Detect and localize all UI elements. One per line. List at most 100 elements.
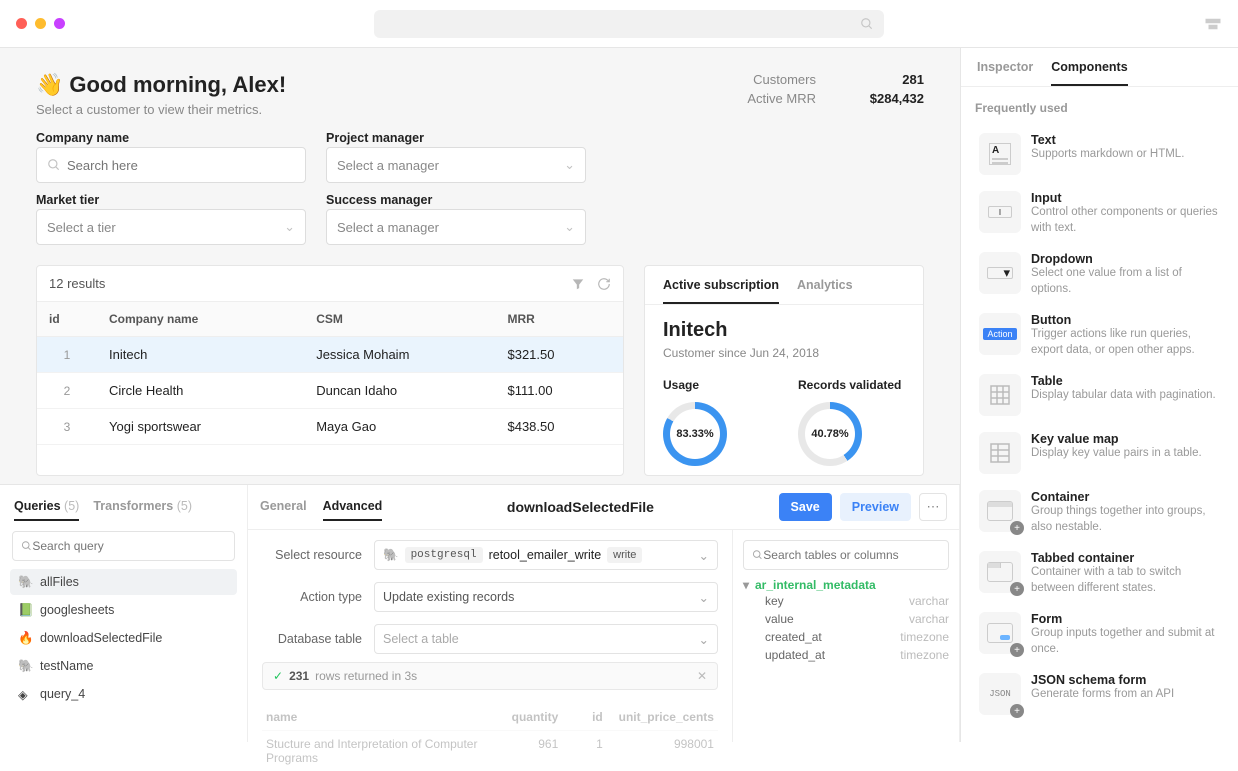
chevron-down-icon: ⌄ bbox=[699, 632, 709, 647]
component-item[interactable]: ▾DropdownSelect one value from a list of… bbox=[975, 244, 1224, 305]
check-icon: ✓ bbox=[273, 669, 283, 683]
page-subtitle: Select a customer to view their metrics. bbox=[36, 102, 286, 117]
schema-table[interactable]: ar_internal_metadata bbox=[755, 578, 949, 592]
query-sidebar: Queries (5) Transformers (5) 🐘allFiles📗g… bbox=[0, 485, 248, 742]
component-item[interactable]: +ContainerGroup things together into gro… bbox=[975, 482, 1224, 543]
component-item[interactable]: JSON+JSON schema formGenerate forms from… bbox=[975, 665, 1224, 723]
schema-search-field[interactable] bbox=[763, 548, 940, 562]
query-item[interactable]: 🐘allFiles bbox=[10, 569, 237, 595]
tab-transformers[interactable]: Transformers (5) bbox=[93, 499, 192, 521]
tab-inspector[interactable]: Inspector bbox=[977, 60, 1033, 86]
market-tier-select[interactable]: Select a tier⌄ bbox=[36, 209, 306, 245]
mode-badge: write bbox=[607, 547, 642, 563]
component-item[interactable]: Key value mapDisplay key value pairs in … bbox=[975, 424, 1224, 482]
component-desc: Group inputs together and submit at once… bbox=[1031, 626, 1220, 657]
component-item[interactable]: +FormGroup inputs together and submit at… bbox=[975, 604, 1224, 665]
component-icon bbox=[979, 374, 1021, 416]
component-item[interactable]: ActionButtonTrigger actions like run que… bbox=[975, 305, 1224, 366]
query-item[interactable]: ◈query_4 bbox=[10, 681, 237, 707]
more-button[interactable]: ⋯ bbox=[919, 493, 947, 521]
metric-label: Active MRR bbox=[747, 91, 816, 106]
table-select[interactable]: Select a table ⌄ bbox=[374, 624, 718, 654]
cell-company: Yogi sportswear bbox=[97, 409, 304, 444]
tab-queries[interactable]: Queries (5) bbox=[14, 499, 79, 521]
company-search-field[interactable] bbox=[67, 158, 295, 173]
refresh-icon[interactable] bbox=[597, 277, 611, 291]
rcell: Stucture and Interpretation of Computer … bbox=[262, 731, 484, 771]
query-item[interactable]: 📗googlesheets bbox=[10, 597, 237, 623]
row-index: 2 bbox=[37, 374, 97, 408]
tab-active-subscription[interactable]: Active subscription bbox=[663, 266, 779, 304]
component-title: Key value map bbox=[1031, 432, 1202, 446]
wave-emoji: 👋 bbox=[36, 72, 63, 98]
cell-csm: Duncan Idaho bbox=[304, 373, 495, 408]
fullscreen-window-icon[interactable] bbox=[54, 18, 65, 29]
col-mrr[interactable]: MRR bbox=[495, 302, 623, 336]
component-item[interactable]: ATextSupports markdown or HTML. bbox=[975, 125, 1224, 183]
schema-column[interactable]: updated_attimezone bbox=[743, 646, 949, 664]
table-header: id Company name CSM MRR bbox=[37, 302, 623, 337]
gql-icon: ◈ bbox=[18, 687, 32, 701]
field-label: Company name bbox=[36, 131, 306, 145]
postgres-icon: 🐘 bbox=[383, 548, 399, 563]
close-window-icon[interactable] bbox=[16, 18, 27, 29]
schema-column[interactable]: keyvarchar bbox=[743, 592, 949, 610]
minimize-window-icon[interactable] bbox=[35, 18, 46, 29]
resource-select[interactable]: 🐘 postgresql retool_emailer_write write … bbox=[374, 540, 718, 570]
schema-column[interactable]: created_attimezone bbox=[743, 628, 949, 646]
project-manager-select[interactable]: Select a manager⌄ bbox=[326, 147, 586, 183]
schema-column[interactable]: valuevarchar bbox=[743, 610, 949, 628]
tab-analytics[interactable]: Analytics bbox=[797, 266, 853, 304]
chevron-down-icon: ⌄ bbox=[564, 157, 575, 173]
close-icon[interactable]: ✕ bbox=[697, 669, 707, 683]
filter-icon[interactable] bbox=[571, 277, 585, 291]
tab-advanced[interactable]: Advanced bbox=[323, 493, 383, 521]
usage-label: Usage bbox=[663, 378, 770, 392]
records-label: Records validated bbox=[798, 378, 905, 392]
omnibox[interactable] bbox=[374, 10, 884, 38]
search-icon bbox=[860, 17, 874, 31]
window-titlebar bbox=[0, 0, 1238, 48]
query-item[interactable]: 🔥downloadSelectedFile bbox=[10, 625, 237, 651]
component-item[interactable]: TableDisplay tabular data with paginatio… bbox=[975, 366, 1224, 424]
cell-csm: Jessica Mohaim bbox=[304, 337, 495, 372]
component-item[interactable]: IInputControl other components or querie… bbox=[975, 183, 1224, 244]
chevron-down-icon: ⌄ bbox=[699, 548, 709, 563]
success-manager-select[interactable]: Select a manager⌄ bbox=[326, 209, 586, 245]
company-search-input[interactable] bbox=[36, 147, 306, 183]
query-search-field[interactable] bbox=[32, 539, 226, 553]
col-id[interactable]: id bbox=[37, 302, 97, 336]
search-icon bbox=[752, 549, 763, 561]
rcol-id: id bbox=[562, 704, 606, 730]
tab-components[interactable]: Components bbox=[1051, 60, 1127, 86]
component-icon bbox=[979, 432, 1021, 474]
js-icon: 🔥 bbox=[18, 631, 32, 645]
component-icon: Action bbox=[979, 313, 1021, 355]
rcell: 961 bbox=[484, 731, 562, 771]
component-title: Text bbox=[1031, 133, 1184, 147]
table-placeholder: Select a table bbox=[383, 632, 459, 646]
query-item[interactable]: 🐘testName bbox=[10, 653, 237, 679]
col-csm[interactable]: CSM bbox=[304, 302, 495, 336]
table-row[interactable]: 3Yogi sportswearMaya Gao$438.50 bbox=[37, 409, 623, 445]
records-pct: 40.78% bbox=[811, 428, 848, 440]
save-button[interactable]: Save bbox=[779, 493, 832, 521]
action-type-value: Update existing records bbox=[383, 590, 514, 604]
driver-badge: postgresql bbox=[405, 547, 483, 563]
schema-search[interactable] bbox=[743, 540, 949, 570]
col-company[interactable]: Company name bbox=[97, 302, 304, 336]
query-name: testName bbox=[40, 659, 94, 673]
cell-company: Initech bbox=[97, 337, 304, 372]
field-label: Market tier bbox=[36, 193, 306, 207]
action-type-select[interactable]: Update existing records⌄ bbox=[374, 582, 718, 612]
query-search[interactable] bbox=[12, 531, 235, 561]
tab-general[interactable]: General bbox=[260, 493, 307, 521]
cell-mrr: $111.00 bbox=[495, 373, 623, 408]
select-placeholder: Select a tier bbox=[47, 220, 116, 235]
table-row[interactable]: 1InitechJessica Mohaim$321.50 bbox=[37, 337, 623, 373]
component-desc: Display key value pairs in a table. bbox=[1031, 446, 1202, 462]
panels-icon[interactable] bbox=[1204, 17, 1222, 31]
preview-button[interactable]: Preview bbox=[840, 493, 911, 521]
table-row[interactable]: 2Circle HealthDuncan Idaho$111.00 bbox=[37, 373, 623, 409]
component-item[interactable]: +Tabbed containerContainer with a tab to… bbox=[975, 543, 1224, 604]
